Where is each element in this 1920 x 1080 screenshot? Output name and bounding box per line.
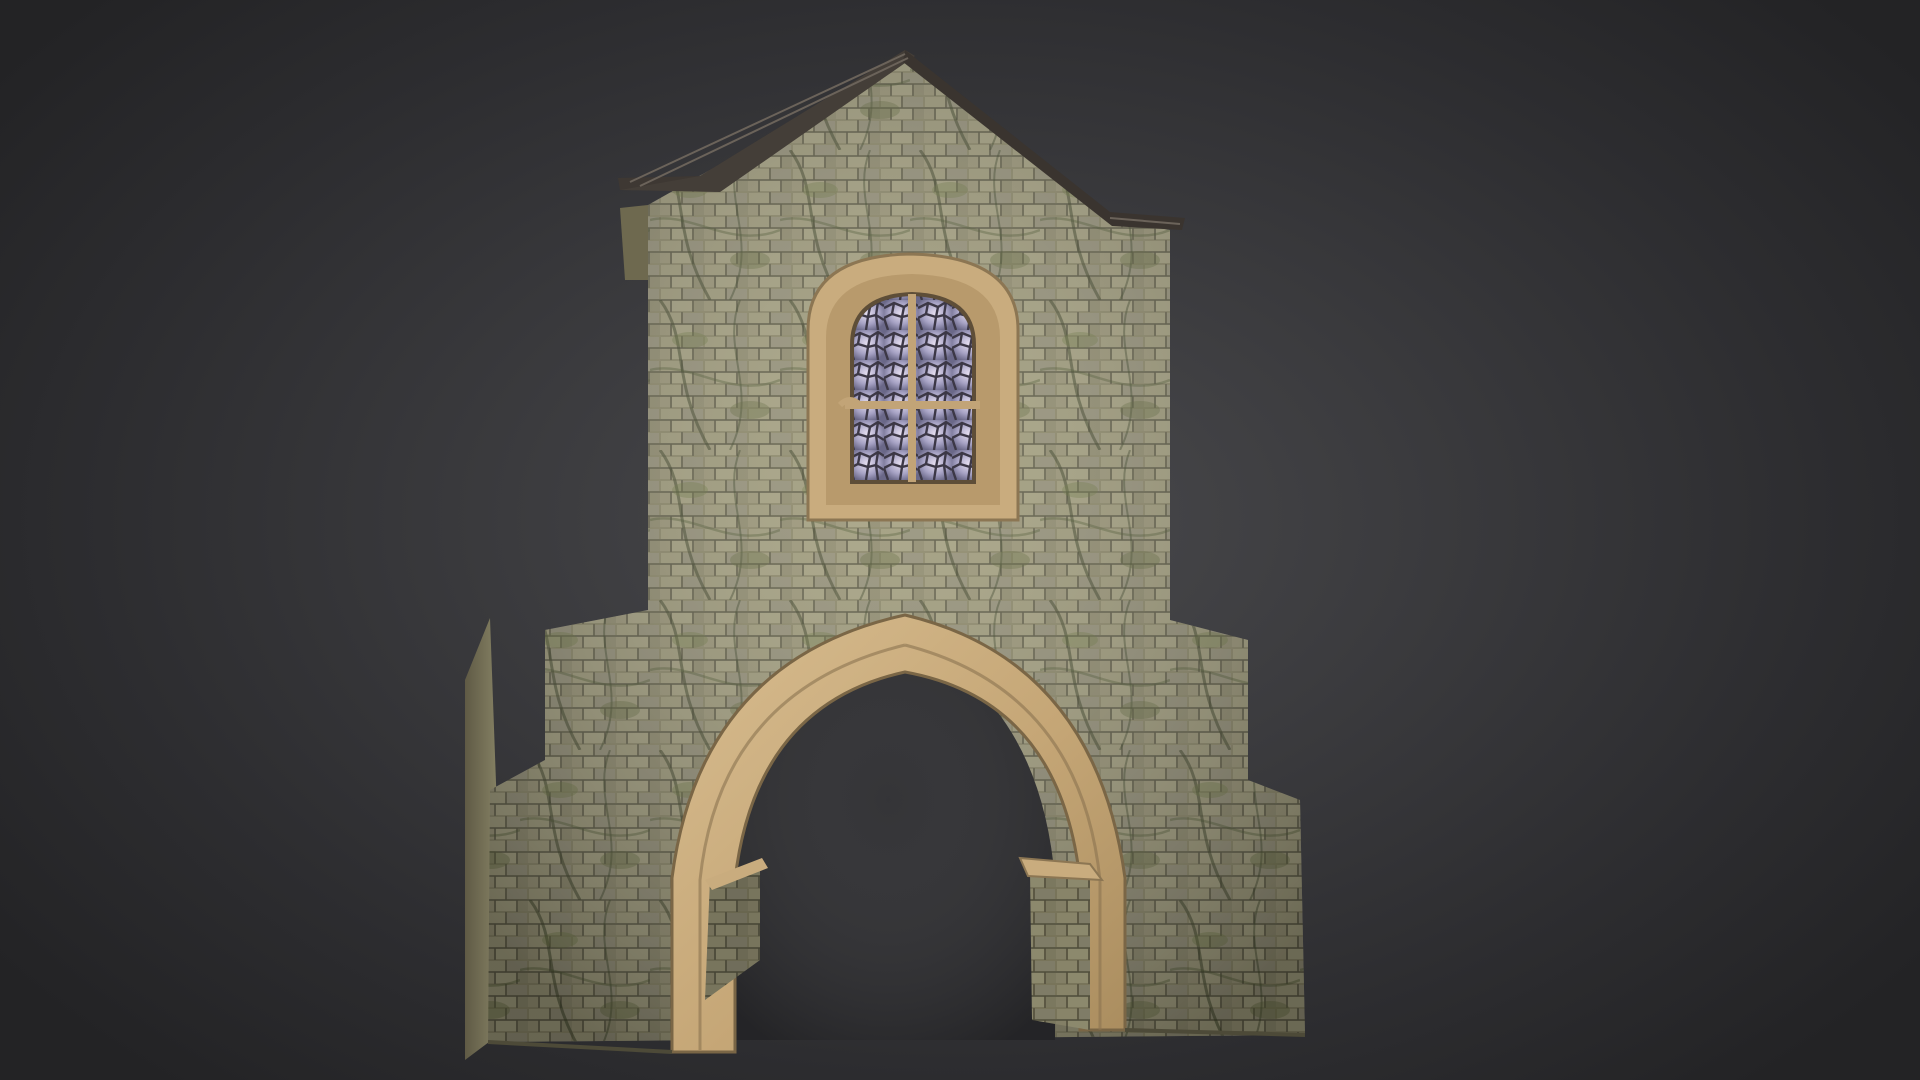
right-pier bbox=[1018, 856, 1105, 1030]
left-upper-side-face bbox=[620, 205, 648, 280]
model-viewer[interactable] bbox=[0, 0, 1920, 1080]
building-body bbox=[465, 50, 1306, 1060]
gatehouse-model[interactable] bbox=[0, 0, 1920, 1080]
window bbox=[806, 252, 1020, 522]
